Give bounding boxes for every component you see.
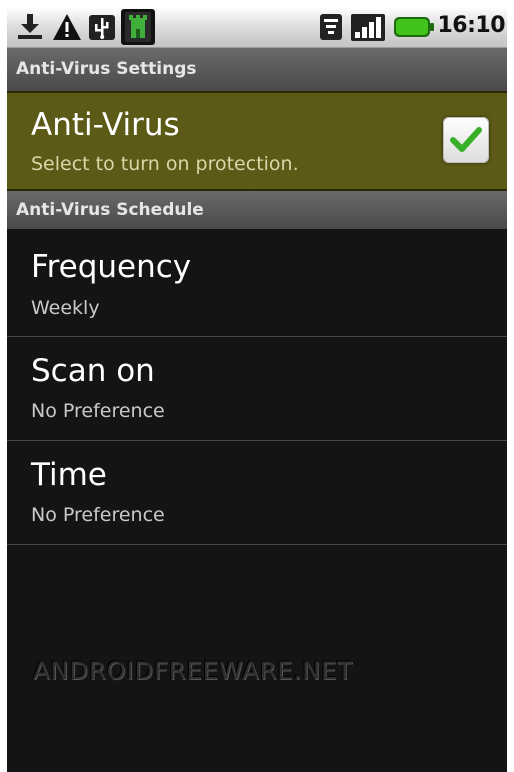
checkmark-icon [450,127,482,152]
anti-virus-title: Anti-Virus [31,107,180,143]
battery-icon [393,12,437,42]
frequency-title: Frequency [31,249,192,285]
time-row[interactable]: Time No Preference [7,441,507,545]
signal-icon [351,12,385,42]
usb-icon [87,12,117,42]
schedule-section-header: Anti-Virus Schedule [7,191,507,229]
antivirus-tower-icon [121,9,155,45]
time-value: No Preference [31,504,165,526]
divider [7,544,507,545]
watermark: ANDROIDFREEWARE.NET [33,657,353,685]
status-time: 16:10 [437,13,505,38]
page-title: Anti-Virus Settings [7,48,507,91]
status-bar: 16:10 [7,7,507,48]
screen: 16:10 Anti-Virus Settings Anti-Virus Sel… [7,7,507,772]
scan-on-value: No Preference [31,400,165,422]
warning-icon [52,12,82,42]
time-title: Time [31,457,107,493]
frequency-value: Weekly [31,297,100,319]
wifi-icon [319,12,343,42]
download-complete-icon [15,12,45,42]
anti-virus-checkbox[interactable] [443,117,489,163]
anti-virus-toggle-row[interactable]: Anti-Virus Select to turn on protection. [7,91,507,191]
anti-virus-subtitle: Select to turn on protection. [31,153,299,175]
frequency-row[interactable]: Frequency Weekly [7,229,507,333]
scan-on-title: Scan on [31,353,155,389]
scan-on-row[interactable]: Scan on No Preference [7,337,507,441]
